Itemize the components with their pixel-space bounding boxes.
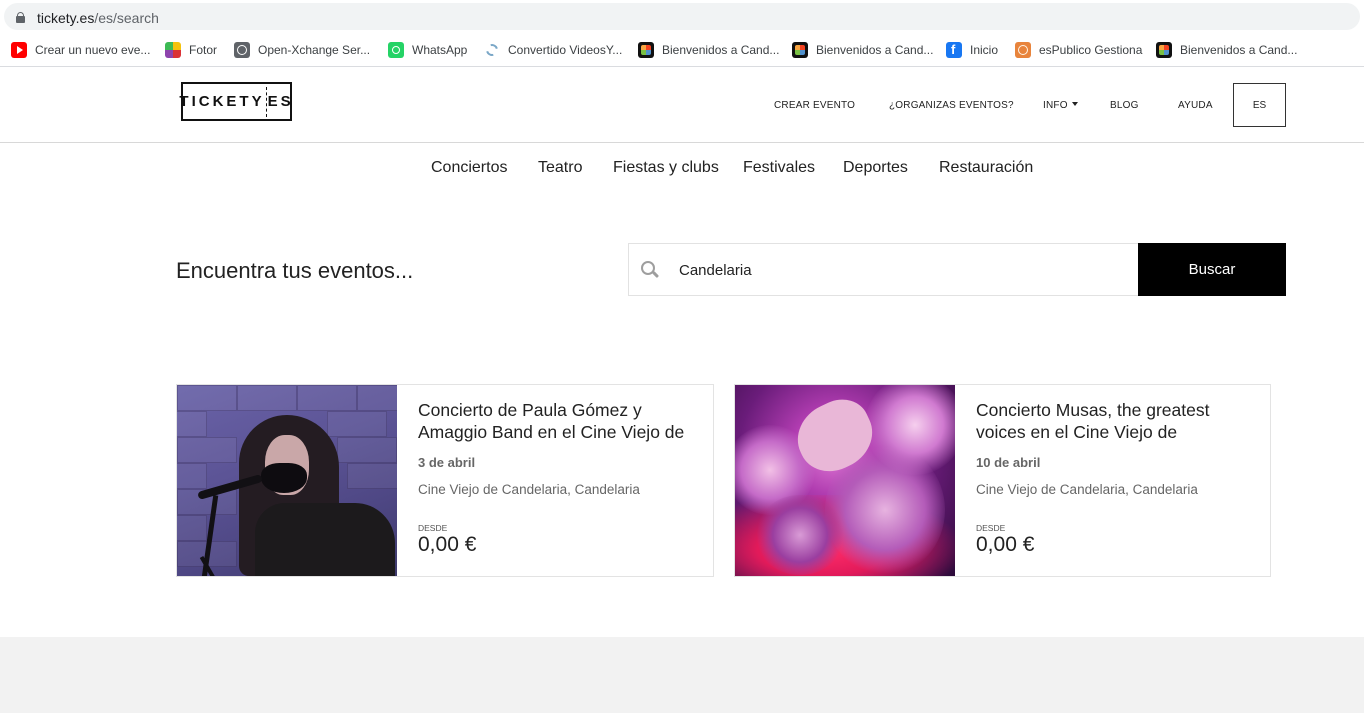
search-icon [641,261,660,279]
joomla-icon [1156,42,1172,58]
search-box [628,243,1139,296]
event-date: 10 de abril [976,455,1041,470]
whatsapp-icon [388,42,404,58]
nav-info-dropdown[interactable]: INFO [1043,100,1078,111]
event-venue: Cine Viejo de Candelaria, Candelaria [976,482,1198,497]
url-text[interactable]: tickety.es/es/search [37,10,159,26]
search-title: Encuentra tus eventos... [176,258,414,283]
globe-icon [234,42,250,58]
caret-down-icon [1071,102,1078,106]
price-from-label: DESDE [976,523,1006,533]
lock-icon[interactable] [16,12,25,23]
event-price: 0,00 € [976,533,1035,556]
event-price: 0,00 € [418,533,477,556]
nav-crear-evento[interactable]: CREAR EVENTO [774,100,855,111]
site-header: TICKETY ES CREAR EVENTO ¿ORGANIZAS EVENTO… [0,67,1364,143]
bookmark-item[interactable]: Bienvenidos a Cand... [792,41,933,59]
event-title[interactable]: Concierto de Paula Gómez y Amaggio Band … [418,400,703,443]
bookmark-item[interactable]: WhatsApp [388,41,467,59]
browser-url-bar: tickety.es/es/search [0,0,1364,34]
event-venue: Cine Viejo de Candelaria, Candelaria [418,482,640,497]
tickety-logo[interactable]: TICKETY ES [179,82,292,121]
language-selector[interactable]: ES [1233,83,1286,127]
youtube-icon [11,42,27,58]
bookmark-item[interactable]: Convertido VideosY... [484,41,622,59]
category-teatro[interactable]: Teatro [538,159,582,177]
category-fiestas-y-clubs[interactable]: Fiestas y clubs [613,159,719,177]
price-from-label: DESDE [418,523,448,533]
nav-organizas-eventos[interactable]: ¿ORGANIZAS EVENTOS? [889,100,1014,111]
search-input[interactable] [679,258,1119,282]
category-restauracion[interactable]: Restauración [939,159,1033,177]
bookmark-item[interactable]: Fotor [165,41,217,59]
convert-icon [484,42,500,58]
event-date: 3 de abril [418,455,476,470]
event-card[interactable]: Concierto Musas, the greatest voices en … [734,384,1271,577]
address-bar[interactable]: tickety.es/es/search [4,3,1360,30]
joomla-icon [792,42,808,58]
espublico-icon [1015,42,1031,58]
nav-ayuda[interactable]: AYUDA [1178,100,1213,111]
bookmark-item[interactable]: Open-Xchange Ser... [234,41,370,59]
fotor-icon [165,42,181,58]
bookmark-item[interactable]: Crear un nuevo eve... [11,41,150,59]
joomla-icon [638,42,654,58]
bookmarks-bar: Crear un nuevo eve... Fotor Open-Xchange… [0,34,1364,67]
footer-band [0,637,1364,713]
category-nav: Conciertos Teatro Fiestas y clubs Festiv… [0,159,1364,181]
category-festivales[interactable]: Festivales [743,159,815,177]
search-button[interactable]: Buscar [1138,243,1286,296]
category-conciertos[interactable]: Conciertos [431,159,507,177]
bookmark-item[interactable]: Bienvenidos a Cand... [638,41,779,59]
event-image[interactable] [735,385,955,576]
event-title[interactable]: Concierto Musas, the greatest voices en … [976,400,1261,443]
bookmark-item[interactable]: esPublico Gestiona [1015,41,1142,59]
event-image[interactable] [177,385,397,576]
bookmark-item[interactable]: Inicio [946,41,998,59]
bookmark-item[interactable]: Bienvenidos a Cand... [1156,41,1297,59]
category-deportes[interactable]: Deportes [843,159,908,177]
nav-blog[interactable]: BLOG [1110,100,1139,111]
event-card[interactable]: Concierto de Paula Gómez y Amaggio Band … [176,384,714,577]
facebook-icon [946,42,962,58]
